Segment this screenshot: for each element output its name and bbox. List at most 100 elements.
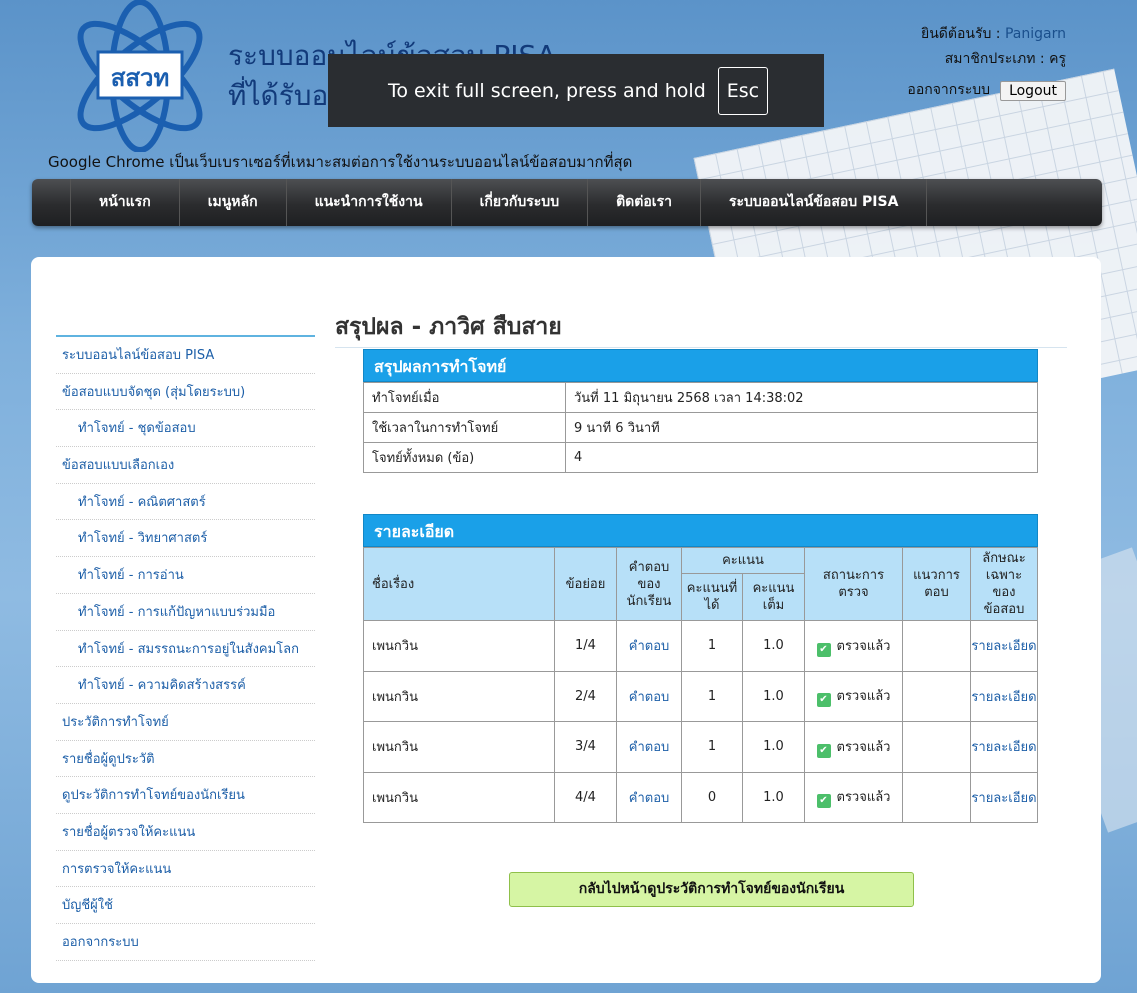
col-status: สถานะการตรวจ [804, 547, 903, 621]
cell-score-full: 1.0 [742, 771, 805, 823]
detail-link[interactable]: รายละเอียด [970, 721, 1038, 773]
summary-value: วันที่ 11 มิถุนายน 2568 เวลา 14:38:02 [565, 382, 1038, 413]
member-type: สมาชิกประเภท : ครู [944, 51, 1066, 67]
status-text: ตรวจแล้ว [836, 739, 891, 755]
logout-button[interactable]: Logout [1000, 80, 1066, 101]
col-item: ข้อย่อย [554, 547, 617, 621]
cell-score-got: 1 [681, 721, 743, 773]
col-title: ชื่อเรื่อง [363, 547, 555, 621]
answer-link[interactable]: คำตอบ [616, 771, 682, 823]
sidebar-item-global-competence[interactable]: ทำโจทย์ - สมรรถนะการอยู่ในสังคมโลก [56, 631, 315, 668]
summary-value: 9 นาที 6 วินาที [565, 412, 1038, 443]
sidebar-item-grading[interactable]: การตรวจให้คะแนน [56, 851, 315, 888]
cell-item: 2/4 [554, 670, 617, 722]
col-feature: ลักษณะเฉพาะของข้อสอบ [970, 547, 1038, 621]
cell-status: ✔ ตรวจแล้ว [804, 721, 903, 773]
cell-score-full: 1.0 [742, 670, 805, 722]
summary-label: ทำโจทย์เมื่อ [363, 382, 566, 413]
cell-guide [902, 620, 971, 672]
col-answer: คำตอบของนักเรียน [616, 547, 682, 621]
table-row: ใช้เวลาในการทำโจทย์ 9 นาที 6 วินาที [363, 412, 1038, 443]
detail-link[interactable]: รายละเอียด [970, 670, 1038, 722]
cell-item: 4/4 [554, 771, 617, 823]
nav-main-menu[interactable]: เมนูหลัก [178, 179, 286, 226]
sidebar-item-self-select[interactable]: ข้อสอบแบบเลือกเอง [56, 447, 315, 484]
summary-table: สรุปผลการทำโจทย์ ทำโจทย์เมื่อ วันที่ 11 … [363, 349, 1038, 473]
cell-title: เพนกวิน [363, 721, 555, 773]
status-text: ตรวจแล้ว [836, 790, 891, 806]
cell-score-full: 1.0 [742, 721, 805, 773]
sidebar-item-math[interactable]: ทำโจทย์ - คณิตศาสตร์ [56, 484, 315, 521]
cell-title: เพนกวิน [363, 670, 555, 722]
sidebar-item-exam-set[interactable]: ทำโจทย์ - ชุดข้อสอบ [56, 410, 315, 448]
detail-table: รายละเอียด ชื่อเรื่อง ข้อย่อย คำตอบของนั… [363, 514, 1038, 823]
browser-note: Google Chrome เป็นเว็บเบราเซอร์ที่เหมาะส… [48, 153, 633, 171]
username: Panigarn [1004, 26, 1066, 42]
sidebar: ระบบออนไลน์ข้อสอบ PISA ข้อสอบแบบจัดชุด (… [56, 335, 315, 961]
cell-title: เพนกวิน [363, 771, 555, 823]
cell-item: 1/4 [554, 620, 617, 672]
fullscreen-message: To exit full screen, press and hold [388, 79, 706, 102]
col-guide: แนวการตอบ [902, 547, 971, 621]
nav-contact[interactable]: ติดต่อเรา [587, 179, 700, 226]
check-icon: ✔ [816, 642, 831, 657]
cell-score-got: 0 [681, 771, 743, 823]
col-score-group: คะแนน [681, 546, 805, 575]
esc-key-hint: Esc [717, 66, 769, 115]
content-panel: ระบบออนไลน์ข้อสอบ PISA ข้อสอบแบบจัดชุด (… [31, 257, 1101, 983]
cell-score-got: 1 [681, 670, 743, 722]
sidebar-item-history[interactable]: ประวัติการทำโจทย์ [56, 704, 315, 741]
back-to-history-button[interactable]: กลับไปหน้าดูประวัติการทำโจทย์ของนักเรียน [509, 872, 914, 907]
answer-link[interactable]: คำตอบ [616, 721, 682, 773]
main-nav: หน้าแรก เมนูหลัก แนะนำการใช้งาน เกี่ยวกั… [32, 179, 1102, 226]
sidebar-item-reading[interactable]: ทำโจทย์ - การอ่าน [56, 557, 315, 594]
status-text: ตรวจแล้ว [836, 689, 891, 705]
page-title: สรุปผล - ภาวิศ สืบสาย [335, 309, 1067, 348]
ipst-logo: สสวท [77, 0, 203, 152]
detail-link[interactable]: รายละเอียด [970, 771, 1038, 823]
col-score-got: คะแนนที่ได้ [681, 573, 743, 621]
sidebar-item-history-viewers[interactable]: รายชื่อผู้ดูประวัติ [56, 741, 315, 778]
check-icon: ✔ [816, 693, 831, 708]
sidebar-item-student-history[interactable]: ดูประวัติการทำโจทย์ของนักเรียน [56, 777, 315, 814]
check-icon: ✔ [816, 794, 831, 809]
sidebar-item-science[interactable]: ทำโจทย์ - วิทยาศาสตร์ [56, 520, 315, 558]
sidebar-item-account[interactable]: บัญชีผู้ใช้ [56, 887, 315, 924]
cell-guide [902, 721, 971, 773]
sidebar-item-pisa[interactable]: ระบบออนไลน์ข้อสอบ PISA [56, 337, 315, 374]
user-info: ยินดีต้อนรับ : Panigarn สมาชิกประเภท : ค… [907, 22, 1066, 103]
nav-about[interactable]: เกี่ยวกับระบบ [450, 179, 588, 226]
cell-guide [902, 670, 971, 722]
table-row: เพนกวิน 3/4 คำตอบ 1 1.0 ✔ ตรวจแล้ว รายละเ… [363, 721, 1038, 773]
answer-link[interactable]: คำตอบ [616, 620, 682, 672]
sidebar-item-logout[interactable]: ออกจากระบบ [56, 924, 315, 961]
summary-label: โจทย์ทั้งหมด (ข้อ) [363, 442, 566, 473]
sidebar-item-collab-problem[interactable]: ทำโจทย์ - การแก้ปัญหาแบบร่วมมือ [56, 594, 315, 631]
sidebar-item-random-set[interactable]: ข้อสอบแบบจัดชุด (สุ่มโดยระบบ) [56, 374, 315, 411]
status-text: ตรวจแล้ว [836, 638, 891, 654]
table-row: ทำโจทย์เมื่อ วันที่ 11 มิถุนายน 2568 เวล… [363, 382, 1038, 413]
detail-link[interactable]: รายละเอียด [970, 620, 1038, 672]
cell-item: 3/4 [554, 721, 617, 773]
nav-guide[interactable]: แนะนำการใช้งาน [285, 179, 451, 226]
sidebar-item-creative-thinking[interactable]: ทำโจทย์ - ความคิดสร้างสรรค์ [56, 667, 315, 704]
nav-pisa-system[interactable]: ระบบออนไลน์ข้อสอบ PISA [699, 179, 928, 226]
answer-link[interactable]: คำตอบ [616, 670, 682, 722]
cell-status: ✔ ตรวจแล้ว [804, 771, 903, 823]
summary-value: 4 [565, 442, 1038, 473]
cell-title: เพนกวิน [363, 620, 555, 672]
nav-home[interactable]: หน้าแรก [70, 179, 179, 226]
sidebar-item-graders[interactable]: รายชื่อผู้ตรวจให้คะแนน [56, 814, 315, 851]
cell-guide [902, 771, 971, 823]
table-row: เพนกวิน 2/4 คำตอบ 1 1.0 ✔ ตรวจแล้ว รายละเ… [363, 670, 1038, 722]
logo-text: สสวท [111, 64, 170, 92]
fullscreen-notice: To exit full screen, press and hold Esc [328, 54, 824, 127]
table-row: เพนกวิน 1/4 คำตอบ 1 1.0 ✔ ตรวจแล้ว รายละเ… [363, 620, 1038, 672]
cell-status: ✔ ตรวจแล้ว [804, 670, 903, 722]
cell-score-got: 1 [681, 620, 743, 672]
col-score-full: คะแนนเต็ม [742, 573, 805, 621]
check-icon: ✔ [816, 743, 831, 758]
cell-status: ✔ ตรวจแล้ว [804, 620, 903, 672]
detail-caption: รายละเอียด [363, 514, 1038, 547]
logout-label: ออกจากระบบ [907, 82, 991, 98]
